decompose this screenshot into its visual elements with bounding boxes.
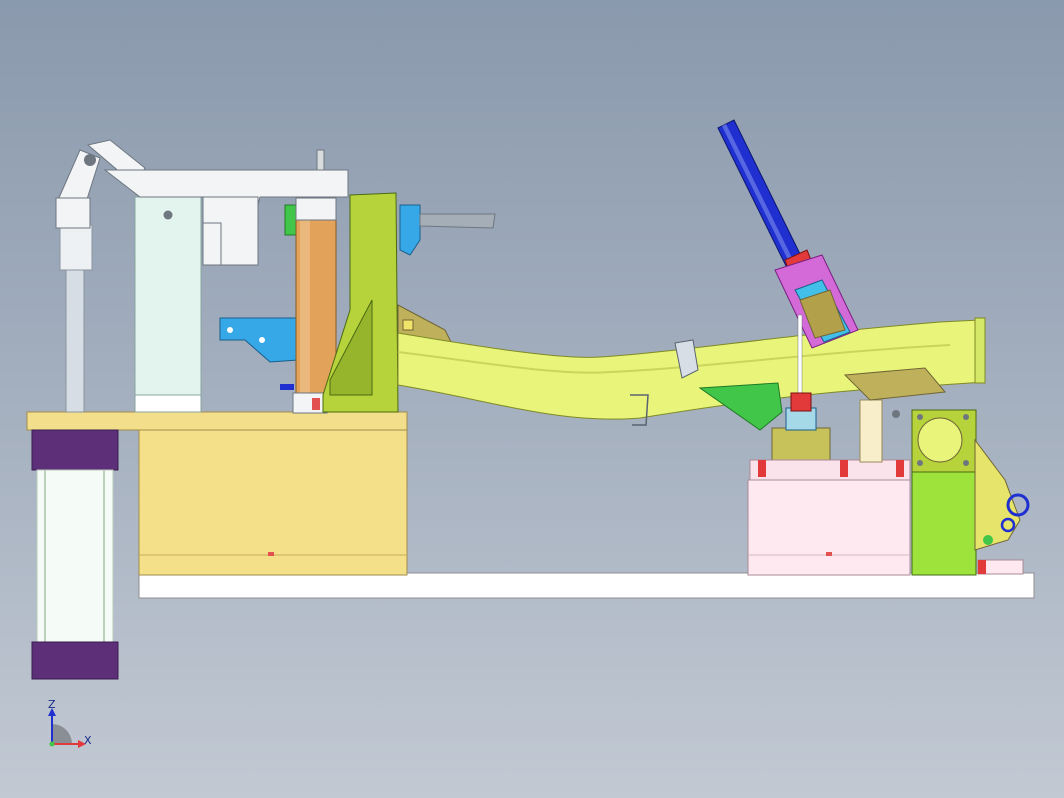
fixture-assembly-model[interactable] (0, 0, 1064, 798)
green-stop-block (284, 204, 298, 236)
cylinder-bottom-cap (31, 641, 119, 680)
top-table-plate (26, 411, 408, 431)
axis-x-label: X (84, 734, 92, 747)
diagonal-air-cylinder (717, 119, 859, 349)
lever-handle (419, 213, 496, 229)
stand-column (134, 196, 202, 413)
base-marker (268, 552, 274, 556)
axis-z-label: Z (48, 698, 56, 711)
cylinder-top-cap (31, 429, 119, 471)
guide-rod (65, 269, 85, 413)
triad-quadrant (52, 724, 72, 744)
beige-post (859, 399, 883, 463)
cylinder-body (36, 469, 114, 643)
base-plate (138, 572, 1035, 599)
blue-lever-link (399, 204, 421, 256)
cad-3d-viewport[interactable]: Z X (0, 0, 1064, 798)
right-support-block (747, 479, 911, 576)
coordinate-triad: Z X (48, 698, 92, 748)
